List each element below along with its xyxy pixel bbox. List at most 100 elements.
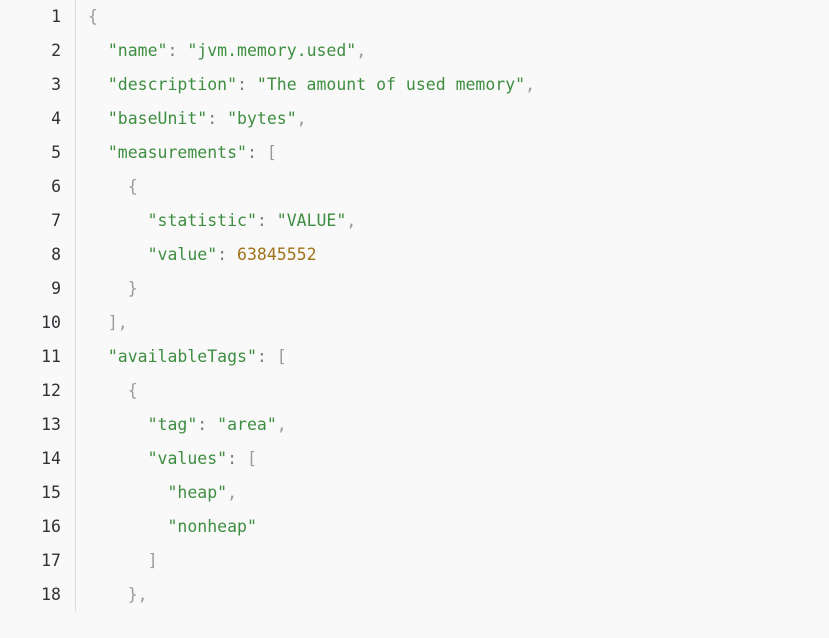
line-number: 10 — [0, 306, 76, 340]
line-number: 1 — [0, 0, 76, 34]
code-line-row: 16 "nonheap" — [0, 510, 829, 544]
code-line-content[interactable]: "nonheap" — [75, 510, 829, 544]
token-key: "baseUnit" — [107, 109, 208, 128]
token-punct: , — [525, 75, 536, 94]
token-colon: : — [207, 109, 218, 128]
token-punct: ], — [107, 313, 128, 332]
token-key: "value" — [147, 245, 218, 264]
line-number: 2 — [0, 34, 76, 68]
json-code-viewer: 1{2 "name": "jvm.memory.used", 3 "descrip… — [0, 0, 829, 638]
code-line-row: 7 "statistic": "VALUE", — [0, 204, 829, 238]
code-line-row: 12 { — [0, 374, 829, 408]
line-number: 18 — [0, 578, 76, 612]
token-punct: ] — [147, 551, 158, 570]
code-line-content[interactable]: "measurements": [ — [75, 136, 829, 170]
token-key: "values" — [147, 449, 228, 468]
token-string: "jvm.memory.used" — [187, 41, 357, 60]
code-line-content[interactable]: { — [75, 170, 829, 204]
token-colon: : — [246, 143, 257, 162]
code-line-content[interactable]: "availableTags": [ — [75, 340, 829, 374]
token-key: "description" — [107, 75, 238, 94]
code-line-row: 15 "heap", — [0, 476, 829, 510]
line-number: 9 — [0, 272, 76, 306]
token-punct: [ — [266, 143, 277, 162]
token-string: "VALUE" — [276, 211, 347, 230]
line-number: 15 — [0, 476, 76, 510]
code-line-content[interactable]: }, — [75, 578, 829, 612]
code-line-content[interactable]: "baseUnit": "bytes", — [75, 102, 829, 136]
token-punct: { — [127, 177, 138, 196]
code-line-row: 8 "value": 63845552 — [0, 238, 829, 272]
code-line-content[interactable]: "tag": "area", — [75, 408, 829, 442]
code-line-row: 1{ — [0, 0, 829, 34]
code-line-row: 4 "baseUnit": "bytes", — [0, 102, 829, 136]
code-line-content[interactable]: ], — [75, 306, 829, 340]
line-number: 5 — [0, 136, 76, 170]
token-colon: : — [217, 245, 228, 264]
token-punct: , — [356, 41, 367, 60]
token-key: "measurements" — [107, 143, 247, 162]
token-string: "bytes" — [227, 109, 297, 128]
token-key: "tag" — [147, 415, 198, 434]
code-line-content[interactable]: "name": "jvm.memory.used", — [75, 34, 829, 68]
token-colon: : — [167, 41, 178, 60]
line-number: 7 — [0, 204, 76, 238]
token-string: "area" — [217, 415, 277, 434]
token-punct: [ — [246, 449, 257, 468]
token-string: "heap" — [167, 483, 228, 502]
code-lines-body: 1{2 "name": "jvm.memory.used", 3 "descrip… — [0, 0, 829, 612]
code-line-row: 5 "measurements": [ — [0, 136, 829, 170]
line-number: 12 — [0, 374, 76, 408]
code-line-content[interactable]: "statistic": "VALUE", — [75, 204, 829, 238]
token-colon: : — [237, 75, 247, 94]
token-punct: , — [276, 415, 287, 434]
code-line-content[interactable]: "description": "The amount of used memor… — [75, 68, 829, 102]
token-punct: } — [127, 279, 138, 298]
code-line-row: 14 "values": [ — [0, 442, 829, 476]
token-punct: , — [296, 109, 307, 128]
line-number: 8 — [0, 238, 76, 272]
line-number: 4 — [0, 102, 76, 136]
token-punct: { — [88, 7, 98, 26]
line-number: 6 — [0, 170, 76, 204]
token-punct: { — [127, 381, 138, 400]
code-line-content[interactable]: } — [75, 272, 829, 306]
code-line-content[interactable]: { — [75, 0, 829, 34]
code-line-row: 2 "name": "jvm.memory.used", — [0, 34, 829, 68]
code-line-content[interactable]: "value": 63845552 — [75, 238, 829, 272]
token-punct: [ — [276, 347, 287, 366]
line-number: 16 — [0, 510, 76, 544]
code-line-row: 18 }, — [0, 578, 829, 612]
code-line-row: 10 ], — [0, 306, 829, 340]
token-key: "statistic" — [147, 211, 257, 230]
code-line-content[interactable]: "heap", — [75, 476, 829, 510]
line-number: 3 — [0, 68, 76, 102]
code-line-row: 11 "availableTags": [ — [0, 340, 829, 374]
code-line-content[interactable]: { — [75, 374, 829, 408]
code-line-content[interactable]: ] — [75, 544, 829, 578]
token-key: "name" — [107, 41, 168, 60]
code-line-content[interactable]: "values": [ — [75, 442, 829, 476]
line-number: 13 — [0, 408, 76, 442]
token-punct: }, — [127, 585, 148, 604]
token-string: "nonheap" — [167, 517, 257, 536]
line-number: 11 — [0, 340, 76, 374]
